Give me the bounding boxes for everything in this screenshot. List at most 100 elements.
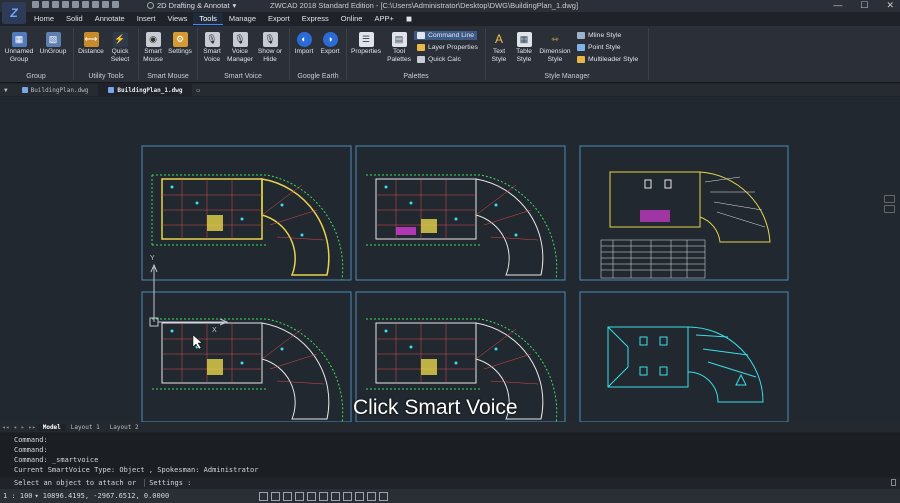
ribbon-toggle-icon[interactable]: ◼ bbox=[400, 13, 418, 25]
tab-views[interactable]: Views bbox=[162, 13, 194, 25]
chevron-down-icon[interactable]: ▾ bbox=[35, 492, 39, 500]
ungroup-button[interactable]: ▧ UnGroup bbox=[38, 32, 68, 56]
import-button[interactable]: ◐ Import bbox=[291, 32, 317, 56]
command-line-button[interactable]: Command Line bbox=[414, 31, 478, 40]
viewport-frame[interactable] bbox=[141, 145, 352, 281]
first-layout-icon[interactable]: ◂◂ bbox=[0, 424, 11, 431]
command-history-line: Command: bbox=[14, 446, 48, 454]
command-scroll-icon[interactable] bbox=[891, 479, 896, 486]
dimension-style-label: Dimension Style bbox=[539, 48, 571, 63]
smart-voice-button[interactable]: 🎙 Smart Voice bbox=[199, 32, 225, 63]
workspace-selector[interactable]: 2D Drafting & Annotat ▾ bbox=[147, 1, 236, 10]
show-or-hide-button[interactable]: 🎙 Show or Hide bbox=[255, 32, 285, 63]
new-icon[interactable] bbox=[32, 1, 39, 8]
tab-model[interactable]: Model bbox=[37, 423, 66, 431]
multileader-style-button[interactable]: Multileader Style bbox=[577, 56, 638, 63]
show-or-hide-label: Show or Hide bbox=[257, 48, 283, 63]
dimension-style-button[interactable]: ⇿ Dimension Style bbox=[537, 32, 573, 63]
prev-layout-icon[interactable]: ◂ bbox=[11, 424, 19, 431]
voice-manager-button[interactable]: 🎙 Voice Manager bbox=[226, 32, 254, 63]
command-option-settings[interactable]: Settings : bbox=[144, 478, 191, 487]
command-history: Command: Command: Command: _smartvoice C… bbox=[0, 433, 900, 477]
new-tab-icon[interactable]: ▭ bbox=[192, 84, 204, 96]
drawing-area[interactable]: Y X bbox=[0, 97, 900, 425]
tab-express[interactable]: Express bbox=[296, 13, 335, 25]
minimize-button[interactable]: — bbox=[833, 0, 842, 11]
snap-icon[interactable] bbox=[259, 491, 269, 501]
tab-manage[interactable]: Manage bbox=[223, 13, 262, 25]
tab-tools[interactable]: Tools bbox=[193, 13, 223, 25]
viewport-frame[interactable] bbox=[355, 145, 566, 281]
open-icon[interactable] bbox=[42, 1, 49, 8]
distance-button[interactable]: ⟷ Distance bbox=[76, 32, 106, 56]
tab-export[interactable]: Export bbox=[262, 13, 296, 25]
lineweight-icon[interactable] bbox=[343, 491, 353, 501]
redo-icon[interactable] bbox=[112, 1, 119, 8]
properties-button[interactable]: ☰ Properties bbox=[349, 32, 383, 56]
maximize-button[interactable]: ☐ bbox=[860, 0, 868, 11]
tab-layout-1[interactable]: Layout 1 bbox=[66, 424, 105, 431]
print-icon[interactable] bbox=[72, 1, 79, 8]
zoom-icon[interactable] bbox=[884, 205, 895, 213]
table-icon: ▦ bbox=[516, 32, 532, 47]
osnap-icon[interactable] bbox=[307, 491, 317, 501]
point-style-button[interactable]: Point Style bbox=[577, 44, 621, 51]
tab-insert[interactable]: Insert bbox=[131, 13, 162, 25]
polar-icon[interactable] bbox=[295, 491, 305, 501]
next-layout-icon[interactable]: ▸ bbox=[19, 424, 27, 431]
tab-menu-icon[interactable]: ▼ bbox=[0, 84, 12, 96]
smart-mouse-label: Smart Mouse bbox=[143, 48, 163, 63]
app-logo[interactable]: Z bbox=[2, 2, 26, 24]
text-style-button[interactable]: A Text Style bbox=[487, 32, 511, 63]
smart-mouse-button[interactable]: ◉ Smart Mouse bbox=[140, 32, 166, 63]
viewport-frame[interactable] bbox=[579, 145, 789, 281]
tab-layout-2[interactable]: Layout 2 bbox=[105, 424, 144, 431]
settings-button[interactable]: ⚙ Settings bbox=[166, 32, 194, 56]
dimension-icon: ⇿ bbox=[547, 32, 563, 47]
tab-online[interactable]: Online bbox=[335, 13, 369, 25]
transparency-icon[interactable] bbox=[355, 491, 365, 501]
layer-properties-button[interactable]: Layer Properties bbox=[417, 44, 478, 51]
gear-icon: ⚙ bbox=[172, 32, 188, 47]
last-layout-icon[interactable]: ▸▸ bbox=[26, 424, 37, 431]
unnamed-group-button[interactable]: ▦ Unnamed Group bbox=[4, 32, 34, 63]
table-style-button[interactable]: ▦ Table Style bbox=[512, 32, 536, 63]
mline-style-button[interactable]: Mline Style bbox=[577, 32, 621, 39]
save-as-icon[interactable] bbox=[62, 1, 69, 8]
quick-access-toolbar[interactable] bbox=[32, 1, 119, 8]
floor-plan bbox=[152, 318, 344, 425]
ortho-icon[interactable] bbox=[283, 491, 293, 501]
undo-icon[interactable] bbox=[102, 1, 109, 8]
quick-calc-button[interactable]: Quick Calc bbox=[417, 56, 461, 63]
calculator-icon bbox=[417, 56, 425, 63]
drawing-file-icon bbox=[21, 87, 28, 93]
quick-select-label: Quick Select bbox=[110, 48, 130, 63]
dynamic-input-icon[interactable] bbox=[331, 491, 341, 501]
command-input[interactable]: Select an object to attach or Settings : bbox=[0, 477, 900, 488]
close-button[interactable]: ✕ bbox=[886, 0, 894, 11]
otrack-icon[interactable] bbox=[319, 491, 329, 501]
tab-annotate[interactable]: Annotate bbox=[89, 13, 131, 25]
viewport-frame[interactable] bbox=[141, 291, 352, 423]
tab-home[interactable]: Home bbox=[28, 13, 60, 25]
properties-icon[interactable] bbox=[92, 1, 99, 8]
save-icon[interactable] bbox=[52, 1, 59, 8]
pan-icon[interactable] bbox=[884, 195, 895, 203]
tab-buildingplan-1[interactable]: BuildingPlan_1.dwg bbox=[98, 84, 193, 96]
microphone-eye-icon: 🎙 bbox=[262, 32, 278, 47]
tab-buildingplan[interactable]: BuildingPlan.dwg bbox=[12, 84, 99, 96]
plot-preview-icon[interactable] bbox=[82, 1, 89, 8]
quick-select-button[interactable]: ⚡ Quick Select bbox=[106, 32, 134, 63]
tab-app-plus[interactable]: APP+ bbox=[368, 13, 399, 25]
export-button[interactable]: ◑ Export bbox=[317, 32, 343, 56]
tab-solid[interactable]: Solid bbox=[60, 13, 89, 25]
grid-icon[interactable] bbox=[271, 491, 281, 501]
properties-icon: ☰ bbox=[358, 32, 374, 47]
palettes-label: Palettes bbox=[403, 73, 429, 80]
ribbon-panel: ▦ Unnamed Group ▧ UnGroup Group ⟷ Distan… bbox=[0, 26, 900, 83]
annotation-monitor-icon[interactable] bbox=[379, 491, 389, 501]
tool-palettes-button[interactable]: ▤ Tool Palettes bbox=[385, 32, 413, 63]
drawing-canvas[interactable]: Y X bbox=[0, 97, 900, 425]
selection-cycling-icon[interactable] bbox=[367, 491, 377, 501]
annotation-scale[interactable]: 1 : 100 bbox=[3, 492, 33, 500]
